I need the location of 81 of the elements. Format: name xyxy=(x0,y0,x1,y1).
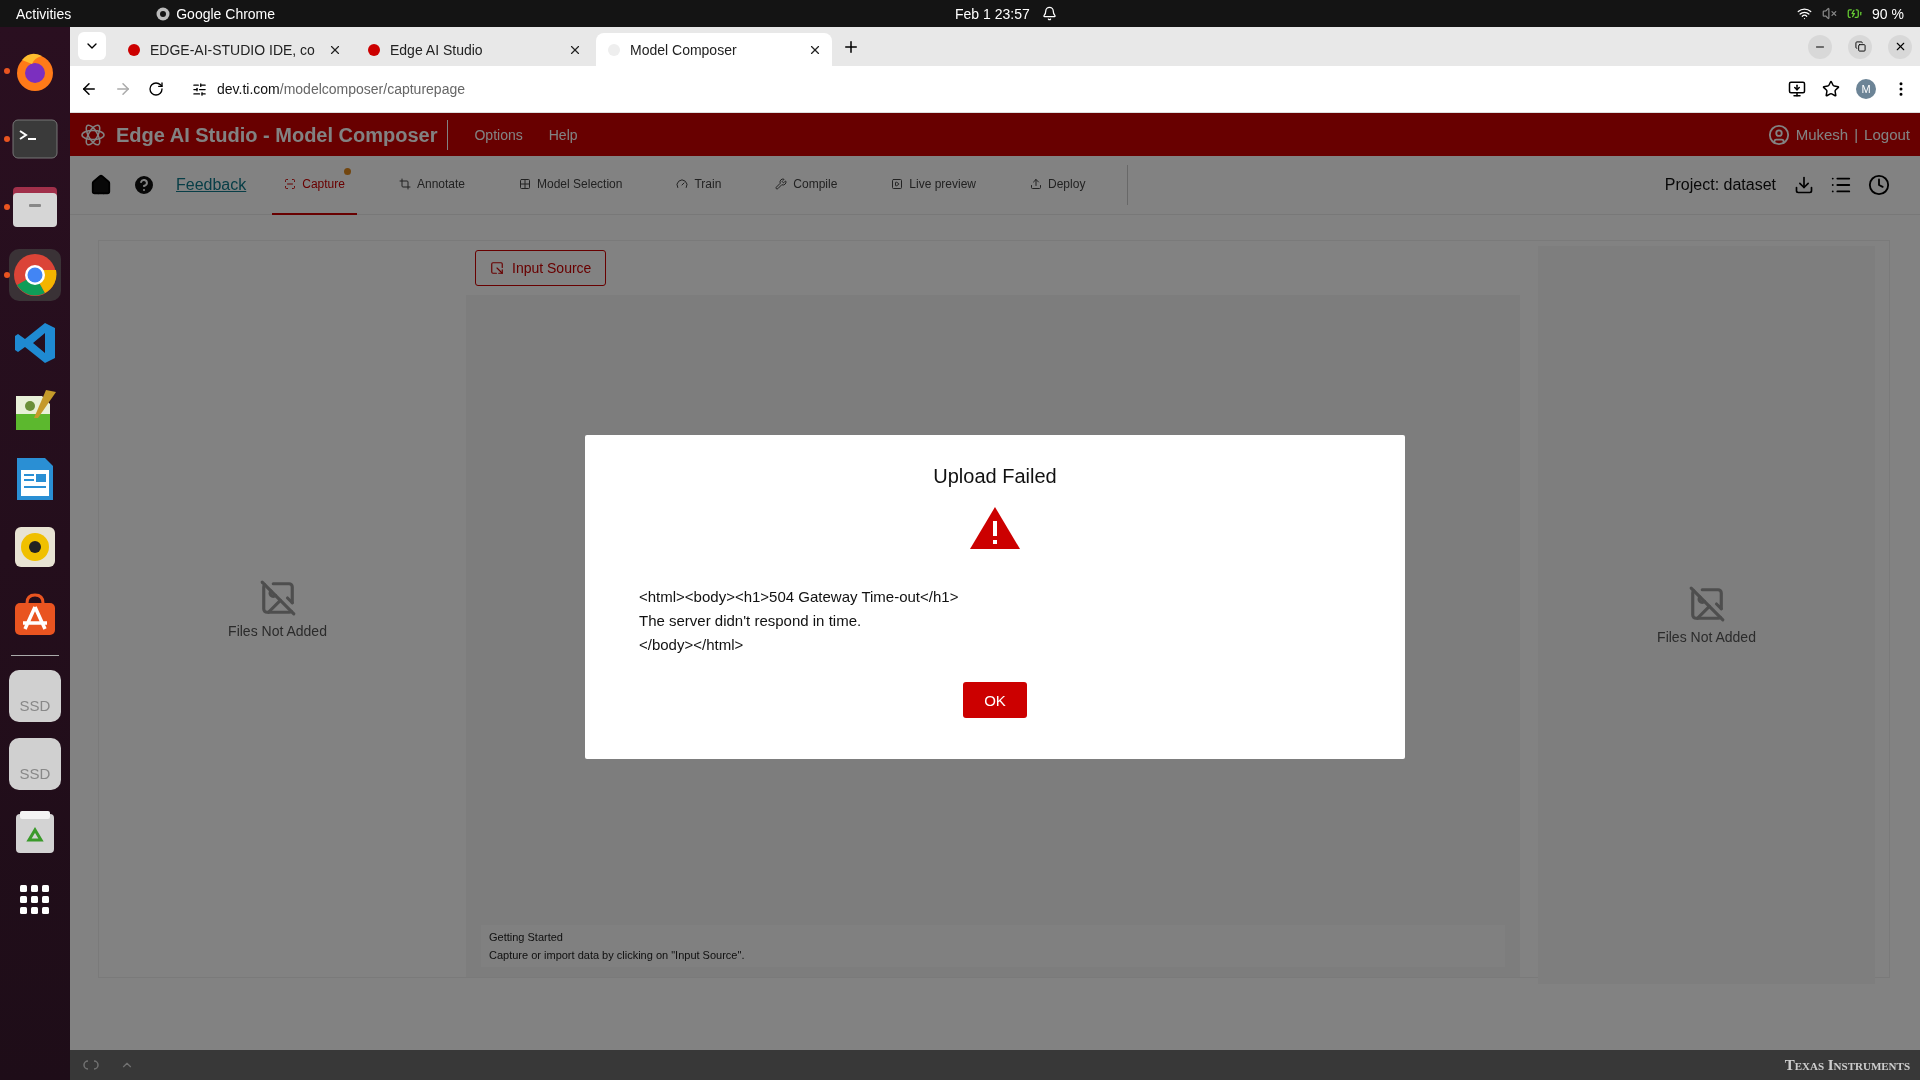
project-name: Project: dataset xyxy=(1664,176,1776,194)
dialog-title: Upload Failed xyxy=(933,465,1057,488)
menu-item[interactable]: Help xyxy=(548,126,578,143)
drive-icon[interactable]: SSD xyxy=(9,670,61,722)
minimize-button[interactable] xyxy=(1808,34,1832,59)
app-title: Edge AI Studio - Model Composer xyxy=(116,119,449,150)
step-icon xyxy=(284,178,297,190)
activities-button[interactable]: Activities xyxy=(16,5,72,22)
chrome-icon[interactable] xyxy=(12,252,58,298)
home-icon[interactable] xyxy=(90,174,112,196)
app-store-icon[interactable] xyxy=(13,593,57,637)
step-tab[interactable]: Capture xyxy=(272,155,357,215)
app-grid-icon[interactable] xyxy=(20,885,50,915)
favicon xyxy=(126,41,142,58)
warning-icon xyxy=(969,506,1021,550)
help-icon[interactable] xyxy=(132,173,156,197)
profile-avatar[interactable]: M xyxy=(1856,79,1876,99)
logout-link[interactable]: Logout xyxy=(1864,126,1910,143)
restore-icon xyxy=(1854,41,1866,52)
no-image-icon xyxy=(258,579,297,617)
back-icon[interactable] xyxy=(80,80,98,98)
download-icon[interactable] xyxy=(1794,175,1814,195)
chrome-icon xyxy=(156,6,171,21)
ok-button[interactable]: OK xyxy=(963,682,1027,718)
no-image-icon xyxy=(1687,585,1726,623)
favicon xyxy=(366,41,382,58)
battery-level: 90 % xyxy=(1872,5,1904,22)
step-icon xyxy=(676,178,689,190)
empty-message: Files Not Added xyxy=(1657,629,1756,645)
step-icon xyxy=(519,178,531,190)
trash-icon[interactable] xyxy=(15,810,55,854)
user-name[interactable]: Mukesh xyxy=(1795,126,1849,143)
input-source-button[interactable]: Input Source xyxy=(475,250,607,286)
step-icon xyxy=(1030,178,1043,190)
browser-tab[interactable]: EDGE-AI-STUDIO IDE, co xyxy=(116,33,352,66)
step-icon xyxy=(398,178,411,190)
speaker-icon[interactable] xyxy=(14,526,56,568)
tab-list-button[interactable] xyxy=(78,32,106,60)
getting-started-title: Getting Started xyxy=(489,931,564,943)
error-text: The server didn't respond in time. xyxy=(639,612,863,630)
browser-tab[interactable]: Model Composer xyxy=(596,33,832,66)
clock[interactable]: Feb 1 23:57 xyxy=(955,5,1030,22)
separator-text: | xyxy=(1854,126,1859,143)
history-icon[interactable] xyxy=(1868,174,1890,196)
bell-icon[interactable] xyxy=(1041,6,1057,21)
step-icon xyxy=(891,178,904,190)
wifi-icon[interactable] xyxy=(1797,6,1813,21)
restore-button[interactable] xyxy=(1848,34,1872,59)
browser-tab[interactable]: Edge AI Studio xyxy=(356,33,592,66)
user-icon xyxy=(1767,123,1790,146)
url-text: dev.ti.com/modelcomposer/capturepage xyxy=(217,81,465,97)
error-text: <html><body><h1>504 Gateway Time-out</h1> xyxy=(639,588,960,606)
step-icon xyxy=(775,178,788,190)
feedback-link[interactable]: Feedback xyxy=(176,176,247,194)
error-text: </body></html> xyxy=(639,636,745,654)
address-field[interactable]: dev.ti.com/modelcomposer/capturepage xyxy=(180,71,1772,107)
atom-logo-icon xyxy=(80,121,106,148)
muted-icon[interactable] xyxy=(1822,6,1838,21)
close-button[interactable] xyxy=(1888,34,1912,59)
battery-icon[interactable] xyxy=(1847,6,1863,21)
step-tab[interactable]: Annotate xyxy=(386,155,477,215)
step-tab[interactable]: Deploy xyxy=(1018,155,1098,215)
folder-icon[interactable] xyxy=(12,186,58,228)
app-name: Google Chrome xyxy=(176,5,276,22)
code-editor-icon[interactable] xyxy=(13,321,57,365)
document-icon[interactable] xyxy=(15,456,55,502)
input-icon xyxy=(490,261,504,275)
step-tab[interactable]: Live preview xyxy=(879,155,989,215)
reload-icon[interactable] xyxy=(148,81,164,97)
step-tab[interactable]: Model Selection xyxy=(507,155,635,215)
site-settings-icon[interactable] xyxy=(192,81,207,97)
step-tab[interactable]: Compile xyxy=(763,155,850,215)
terminal-icon[interactable] xyxy=(12,119,58,159)
empty-message: Files Not Added xyxy=(228,623,327,639)
getting-started-text: Capture or import data by clicking on "Input Source". xyxy=(489,949,746,961)
bookmark-icon[interactable] xyxy=(1822,80,1840,98)
brand-name: Texas Instruments xyxy=(1784,1056,1910,1074)
menu-item[interactable]: Options xyxy=(474,126,523,143)
install-icon[interactable] xyxy=(1788,80,1806,98)
drive-icon[interactable]: SSD xyxy=(9,738,61,790)
step-tab[interactable]: Train xyxy=(664,155,734,215)
